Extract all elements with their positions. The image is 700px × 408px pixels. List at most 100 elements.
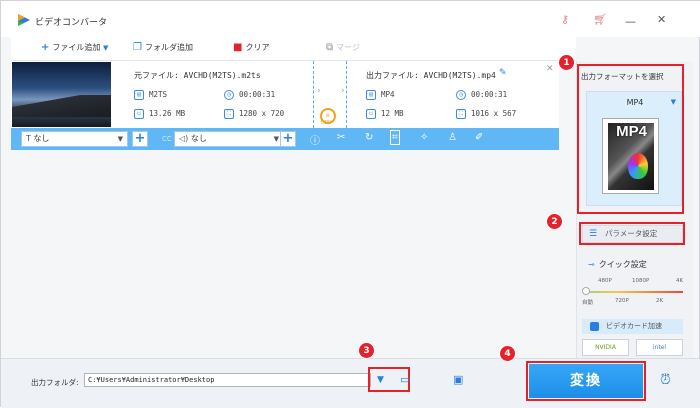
effects-icon[interactable]: ✧ [420, 132, 428, 143]
resolution-icon: ⛶ [456, 109, 466, 119]
res-label-2k: 2K [656, 298, 664, 304]
add-folder-button[interactable]: ❐ フォルダ追加 [133, 42, 193, 53]
source-file-title: 元ファイル: AVCHD(M2TS).m2ts [134, 71, 261, 80]
gpu-label: GPU [321, 120, 332, 126]
step-badge-1: 1 [558, 54, 575, 71]
video-thumbnail[interactable] [12, 62, 111, 127]
quick-settings-title: ⊸ クイック設定 [588, 259, 647, 270]
output-folder-input[interactable]: C:¥Users¥Administrator¥Desktop [84, 373, 371, 387]
res-label-4k: 4K [676, 278, 684, 284]
file-icon: ▤ [366, 90, 376, 100]
output-resolution-value: 1016 x 567 [471, 109, 517, 118]
step-badge-3: 3 [358, 342, 375, 359]
res-label-720p: 720P [615, 298, 629, 304]
add-audio-button[interactable]: + [280, 131, 296, 147]
info-icon[interactable]: ⓘ [310, 132, 320, 147]
clear-button[interactable]: ■ クリア [233, 42, 269, 53]
minimize-icon[interactable]: — [625, 15, 636, 28]
res-label-480p: 480P [598, 278, 612, 284]
resolution-icon: ⛶ [224, 109, 234, 119]
clear-label: クリア [245, 43, 270, 52]
output-resolution: ⛶ 1016 x 567 [456, 109, 516, 119]
cart-icon[interactable]: 🛒︎ [593, 13, 607, 26]
chevron-down-icon: ▼ [117, 135, 123, 143]
plus-icon: + [41, 42, 50, 53]
chevron-down-icon[interactable]: ▼ [103, 44, 108, 52]
add-subtitle-button[interactable]: + [132, 131, 148, 147]
quality-slider[interactable] [585, 291, 683, 293]
edit-toolbar: T なし ▼ + CC ◁) なし ▼ + ⓘ ✂ ↻ ⌗ ✧ ♙ ✐ [11, 128, 559, 150]
add-file-label: ファイル追加 [52, 43, 101, 52]
source-size-value: 13.26 MB [149, 109, 186, 118]
trash-icon: ■ [233, 42, 243, 53]
edit-icon[interactable]: ✐ [475, 132, 483, 143]
output-duration: ◷ 00:00:31 [456, 90, 507, 100]
res-label-auto: 自動 [582, 300, 594, 306]
merge-button[interactable]: ⧉ マージ [326, 42, 360, 53]
merge-output-icon[interactable]: ▣ [453, 373, 463, 386]
folder-icon: ▭ [134, 109, 144, 119]
cut-icon[interactable]: ✂ [337, 132, 345, 143]
crop-icon[interactable]: ⌗ [390, 130, 400, 145]
app-logo-icon [18, 14, 30, 26]
quick-icon: ⊸ [588, 260, 595, 269]
file-icon: ▤ [134, 90, 144, 100]
close-icon[interactable]: ✕ [657, 13, 666, 26]
step-badge-2: 2 [546, 213, 563, 230]
remove-item-icon[interactable]: ✕ [546, 64, 554, 74]
output-format: ▤ MP4 [366, 90, 395, 100]
source-duration-value: 00:00:31 [239, 90, 276, 99]
subtitle-select[interactable]: T なし ▼ [21, 131, 128, 147]
merge-icon: ⧉ [326, 42, 334, 53]
app-window: ビデオコンバータ ⚷ 🛒︎ — ✕ + ファイル追加 ▼ ❐ フォルダ追加 ■ クリア… [0, 0, 700, 408]
folder-plus-icon: ❐ [133, 42, 142, 53]
source-size: ▭ 13.26 MB [134, 109, 185, 119]
audio-value: なし [190, 134, 207, 143]
output-file-title: 出力ファイル: AVCHD(M2TS).mp4 [366, 71, 496, 80]
chevron-right-icon: › [341, 86, 345, 96]
chevron-down-icon: ▼ [273, 135, 279, 143]
quick-title-label: クイック設定 [598, 260, 647, 269]
source-format: ▤ M2TS [134, 90, 167, 100]
source-duration: ◷ 00:00:31 [224, 90, 275, 100]
nvidia-badge[interactable]: NVIDIA [582, 339, 629, 356]
output-duration-value: 00:00:31 [471, 90, 508, 99]
edit-name-icon[interactable]: ✎ [499, 68, 507, 78]
audio-select[interactable]: ◁) なし ▼ [174, 131, 284, 147]
output-size: ▭ 12 MB [366, 109, 404, 119]
chevron-right-icon: › [317, 86, 321, 96]
output-folder-label: 出力フォルダ: [31, 378, 79, 387]
folder-icon: ▭ [366, 109, 376, 119]
file-list-area [11, 150, 576, 358]
source-resolution: ⛶ 1280 x 720 [224, 109, 284, 119]
quality-slider-handle[interactable] [582, 287, 590, 295]
add-file-button[interactable]: + ファイル追加 ▼ [41, 42, 108, 53]
toolbar: + ファイル追加 ▼ ❐ フォルダ追加 ■ クリア ⧉ マージ [11, 37, 576, 61]
output-format-value: MP4 [381, 90, 395, 99]
add-folder-label: フォルダ追加 [144, 43, 193, 52]
intel-badge[interactable]: intel [636, 339, 683, 356]
app-title: ビデオコンバータ [35, 18, 108, 28]
key-icon[interactable]: ⚷ [561, 13, 569, 26]
gpu-acceleration-toggle[interactable]: ビデオカード加速 [582, 319, 683, 334]
clock-icon: ◷ [224, 90, 234, 100]
subtitle-value: なし [33, 134, 50, 143]
file-item: 元ファイル: AVCHD(M2TS).m2ts ▤ M2TS ◷ 00:00:31 … [11, 61, 559, 128]
source-resolution-value: 1280 x 720 [239, 109, 285, 118]
alarm-clock-icon[interactable]: ⏰︎ [660, 372, 671, 388]
res-label-1080p: 1080P [632, 278, 650, 284]
format-highlight-box [577, 64, 684, 214]
source-format-value: M2TS [149, 90, 168, 99]
chip-icon [590, 322, 599, 331]
title-bar: ビデオコンバータ ⚷ 🛒︎ — ✕ [1, 1, 700, 37]
gpu-accel-label: ビデオカード加速 [606, 322, 662, 330]
open-folder-icon[interactable]: ▭ [400, 373, 410, 386]
rotate-icon[interactable]: ↻ [365, 132, 373, 143]
step-badge-4: 4 [499, 345, 516, 362]
param-highlight-box [579, 222, 685, 245]
watermark-icon[interactable]: ♙ [448, 132, 457, 143]
convert-highlight-box [526, 361, 646, 401]
output-size-value: 12 MB [381, 109, 404, 118]
merge-label: マージ [336, 43, 360, 52]
audio-icon: ◁) [179, 134, 191, 143]
